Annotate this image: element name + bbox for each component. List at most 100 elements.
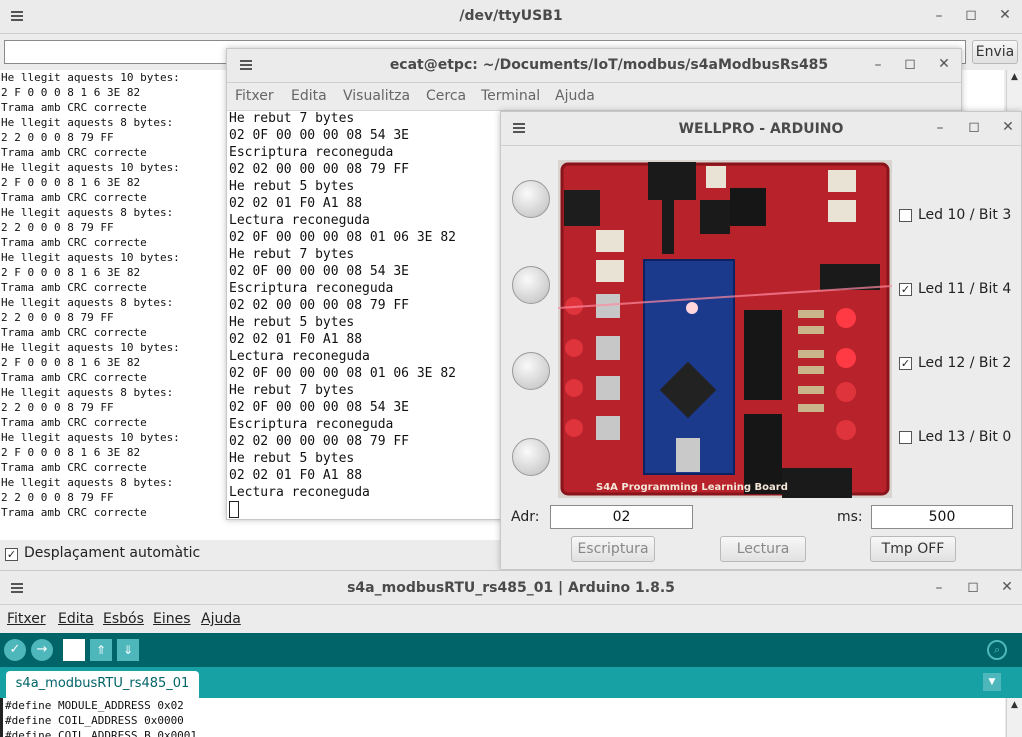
open-icon[interactable]: ⇑ [90, 639, 112, 661]
serial-output-line: Trama amb CRC correcte [1, 236, 147, 249]
menu-fitxer[interactable]: Fitxer [7, 611, 46, 627]
arduino-window-title: s4a_modbusRTU_rs485_01 | Arduino 1.8.5 [347, 580, 675, 596]
serial-output-line: He llegit aquests 8 bytes: [1, 206, 174, 219]
led-13-label: Led 13 / Bit 0 [918, 429, 1012, 445]
led-10-checkbox[interactable] [899, 209, 912, 222]
menu-edita[interactable]: Edita [58, 611, 94, 627]
upload-icon[interactable]: → [31, 639, 53, 661]
serial-output-line: 2 F 0 0 0 8 1 6 3E 82 [1, 356, 141, 369]
serial-output-line: Trama amb CRC correcte [1, 416, 147, 429]
maximize-icon[interactable]: ◻ [901, 55, 919, 73]
close-icon[interactable]: ✕ [996, 6, 1014, 24]
menu-fitxer[interactable]: Fitxer [235, 88, 274, 104]
menu-visualitza[interactable]: Visualitza [343, 88, 410, 104]
serial-output-line: He llegit aquests 10 bytes: [1, 161, 180, 174]
scroll-up-icon[interactable]: ▲ [1011, 700, 1018, 710]
serial-output-line: 2 F 0 0 0 8 1 6 3E 82 [1, 86, 141, 99]
serial-output-line: Trama amb CRC correcte [1, 461, 147, 474]
serial-output-line: He llegit aquests 8 bytes: [1, 476, 174, 489]
minimize-icon[interactable]: – [869, 56, 887, 74]
terminal-output-line: 02 0F 00 00 00 08 01 06 3E 82 [229, 230, 456, 245]
maximize-icon[interactable]: ◻ [965, 118, 983, 136]
menu-edita[interactable]: Edita [291, 88, 327, 104]
terminal-output-line: 02 02 00 00 00 08 79 FF [229, 162, 410, 177]
serial-window-title: /dev/ttyUSB1 [459, 8, 563, 24]
serial-output-line: 2 F 0 0 0 8 1 6 3E 82 [1, 176, 141, 189]
terminal-output-line: He rebut 7 bytes [229, 383, 355, 398]
led-13-checkbox[interactable] [899, 431, 912, 444]
code-scrollbar[interactable]: ▲ [1006, 698, 1022, 737]
led-10-label: Led 10 / Bit 3 [918, 207, 1012, 223]
input-button-1[interactable] [512, 180, 550, 218]
ms-input[interactable]: 500 [871, 505, 1013, 529]
serial-output-line: 2 2 0 0 0 8 79 FF [1, 221, 114, 234]
minimize-icon[interactable]: – [931, 119, 949, 137]
autoscroll-label: Desplaçament automàtic [24, 545, 201, 561]
adr-input[interactable]: 02 [550, 505, 693, 529]
tab-sketch[interactable]: s4a_modbusRTU_rs485_01 [6, 671, 199, 698]
menu-eines[interactable]: Eines [153, 611, 191, 627]
terminal-menubar: Fitxer Edita Visualitza Cerca Terminal A… [227, 83, 961, 111]
menu-cerca[interactable]: Cerca [426, 88, 466, 104]
code-editor[interactable]: #define MODULE_ADDRESS 0x02 #define COIL_… [0, 698, 1005, 737]
menu-terminal[interactable]: Terminal [481, 88, 540, 104]
terminal-output-line: 02 02 01 F0 A1 88 [229, 468, 363, 483]
serial-output-line: He llegit aquests 10 bytes: [1, 71, 180, 84]
serial-output-line: 2 F 0 0 0 8 1 6 3E 82 [1, 446, 141, 459]
serial-output-line: 2 F 0 0 0 8 1 6 3E 82 [1, 266, 141, 279]
minimize-icon[interactable]: – [930, 579, 948, 597]
board-silkscreen: S4A Programming Learning Board [596, 482, 788, 493]
input-button-2[interactable] [512, 266, 550, 304]
serial-output-line: He llegit aquests 8 bytes: [1, 386, 174, 399]
terminal-output-line: Lectura reconeguda [229, 349, 370, 364]
led-12-checkbox[interactable]: ✓ [899, 357, 912, 370]
terminal-output-line: 02 02 00 00 00 08 79 FF [229, 434, 410, 449]
serial-output-line: He llegit aquests 10 bytes: [1, 341, 180, 354]
terminal-output-line: 02 0F 00 00 00 08 54 3E [229, 400, 410, 415]
menu-esbos[interactable]: Esbós [103, 611, 144, 627]
serial-output-line: 2 2 0 0 0 8 79 FF [1, 311, 114, 324]
terminal-output-line: Escriptura reconeguda [229, 281, 394, 296]
escriptura-button[interactable]: Escriptura [571, 536, 655, 562]
arduino-ide-window: s4a_modbusRTU_rs485_01 | Arduino 1.8.5 –… [0, 570, 1022, 737]
code-lines: #define MODULE_ADDRESS 0x02 #define COIL_… [5, 698, 197, 737]
input-button-4[interactable] [512, 438, 550, 476]
terminal-window-title: ecat@etpc: ~/Documents/IoT/modbus/s4aMod… [389, 57, 829, 73]
terminal-output-line: Lectura reconeguda [229, 213, 370, 228]
terminal-output-line: 02 0F 00 00 00 08 01 06 3E 82 [229, 366, 456, 381]
menu-icon[interactable] [240, 60, 252, 70]
close-icon[interactable]: ✕ [935, 55, 953, 73]
led-11-checkbox[interactable]: ✓ [899, 283, 912, 296]
minimize-icon[interactable]: – [930, 7, 948, 25]
menu-ajuda[interactable]: Ajuda [555, 88, 595, 104]
terminal-output-line: 02 0F 00 00 00 08 54 3E [229, 264, 410, 279]
menu-ajuda[interactable]: Ajuda [201, 611, 241, 627]
maximize-icon[interactable]: ◻ [964, 578, 982, 596]
terminal-titlebar: ecat@etpc: ~/Documents/IoT/modbus/s4aMod… [227, 49, 961, 83]
tab-menu-icon[interactable]: ▼ [983, 673, 1001, 691]
maximize-icon[interactable]: ◻ [962, 6, 980, 24]
arduino-tabbar: s4a_modbusRTU_rs485_01 ▼ [0, 667, 1022, 698]
arduino-toolbar: ✓ → ⇑ ⇓ ⌕ [0, 633, 1022, 667]
terminal-output-line: He rebut 5 bytes [229, 315, 355, 330]
lectura-button[interactable]: Lectura [720, 536, 806, 562]
close-icon[interactable]: ✕ [998, 578, 1016, 596]
adr-label: Adr: [511, 509, 540, 525]
serial-output-line: He llegit aquests 10 bytes: [1, 431, 180, 444]
scroll-up-icon[interactable]: ▲ [1011, 72, 1018, 82]
serial-monitor-icon[interactable]: ⌕ [987, 640, 1007, 660]
autoscroll-checkbox[interactable]: ✓ [5, 548, 18, 561]
verify-icon[interactable]: ✓ [4, 639, 26, 661]
terminal-output-line: Escriptura reconeguda [229, 145, 394, 160]
send-button[interactable]: Envia [972, 40, 1018, 64]
arduino-menubar: Fitxer Edita Esbós Eines Ajuda [0, 605, 1022, 633]
save-icon[interactable]: ⇓ [117, 639, 139, 661]
arduino-titlebar: s4a_modbusRTU_rs485_01 | Arduino 1.8.5 –… [0, 571, 1022, 605]
close-icon[interactable]: ✕ [999, 118, 1017, 136]
tmp-off-button[interactable]: Tmp OFF [870, 536, 956, 562]
new-file-icon[interactable] [63, 639, 85, 661]
input-button-3[interactable] [512, 352, 550, 390]
serial-output-line: 2 2 0 0 0 8 79 FF [1, 401, 114, 414]
serial-output-line: Trama amb CRC correcte [1, 326, 147, 339]
terminal-output-line: He rebut 7 bytes [229, 111, 355, 126]
